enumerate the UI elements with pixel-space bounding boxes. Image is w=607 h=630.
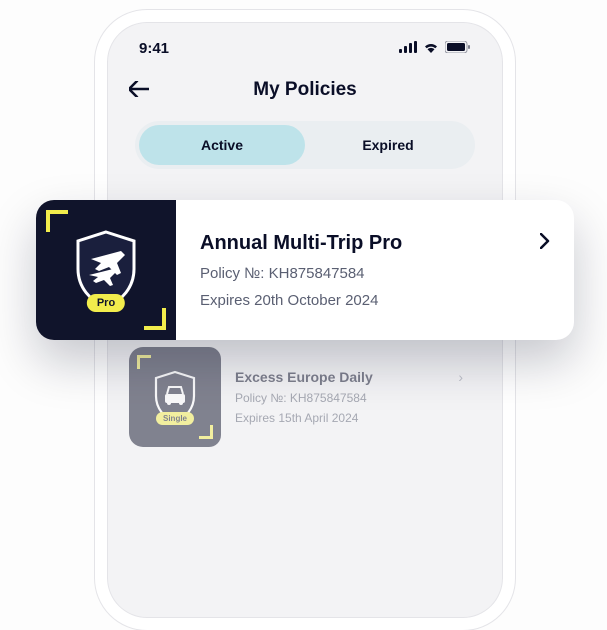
policy-expiry: Expires 15th April 2024: [235, 411, 471, 425]
frame-corner-icon: [46, 210, 68, 232]
header: My Policies: [107, 65, 503, 121]
policy-card[interactable]: Single Excess Europe Daily › Policy №: K…: [129, 347, 481, 447]
policy-badge: Single: [156, 412, 194, 425]
chevron-right-icon: [540, 233, 550, 254]
chevron-right-icon: ›: [458, 369, 471, 385]
battery-icon: [445, 40, 471, 57]
wifi-icon: [423, 40, 439, 57]
frame-corner-icon: [199, 425, 213, 439]
policy-number: Policy №: KH875847584: [235, 391, 471, 405]
tabs: Active Expired: [135, 121, 475, 169]
policy-card-body: Excess Europe Daily › Policy №: KH875847…: [235, 347, 481, 447]
frame-corner-icon: [144, 308, 166, 330]
policy-icon-tile: Pro: [36, 200, 176, 340]
back-button[interactable]: [129, 77, 149, 103]
policy-number: Policy №: KH875847584: [200, 265, 550, 282]
status-bar: 9:41: [107, 22, 503, 65]
status-indicators: [399, 40, 471, 57]
status-time: 9:41: [139, 40, 169, 57]
policy-title: Excess Europe Daily: [235, 369, 373, 385]
page-title: My Policies: [253, 79, 357, 101]
policy-expiry: Expires 20th October 2024: [200, 292, 550, 309]
policy-icon-tile: Single: [129, 347, 221, 447]
policy-badge: Pro: [87, 294, 125, 312]
policy-title: Annual Multi-Trip Pro: [200, 232, 402, 255]
tab-expired[interactable]: Expired: [305, 125, 471, 165]
frame-corner-icon: [137, 355, 151, 369]
tab-active[interactable]: Active: [139, 125, 305, 165]
policy-list: Single Excess Europe Daily › Policy №: K…: [107, 329, 503, 465]
policy-card-body: Annual Multi-Trip Pro Policy №: KH875847…: [176, 200, 574, 340]
policy-card-highlighted[interactable]: Pro Annual Multi-Trip Pro Policy №: KH87…: [36, 200, 574, 340]
signal-icon: [399, 40, 417, 57]
